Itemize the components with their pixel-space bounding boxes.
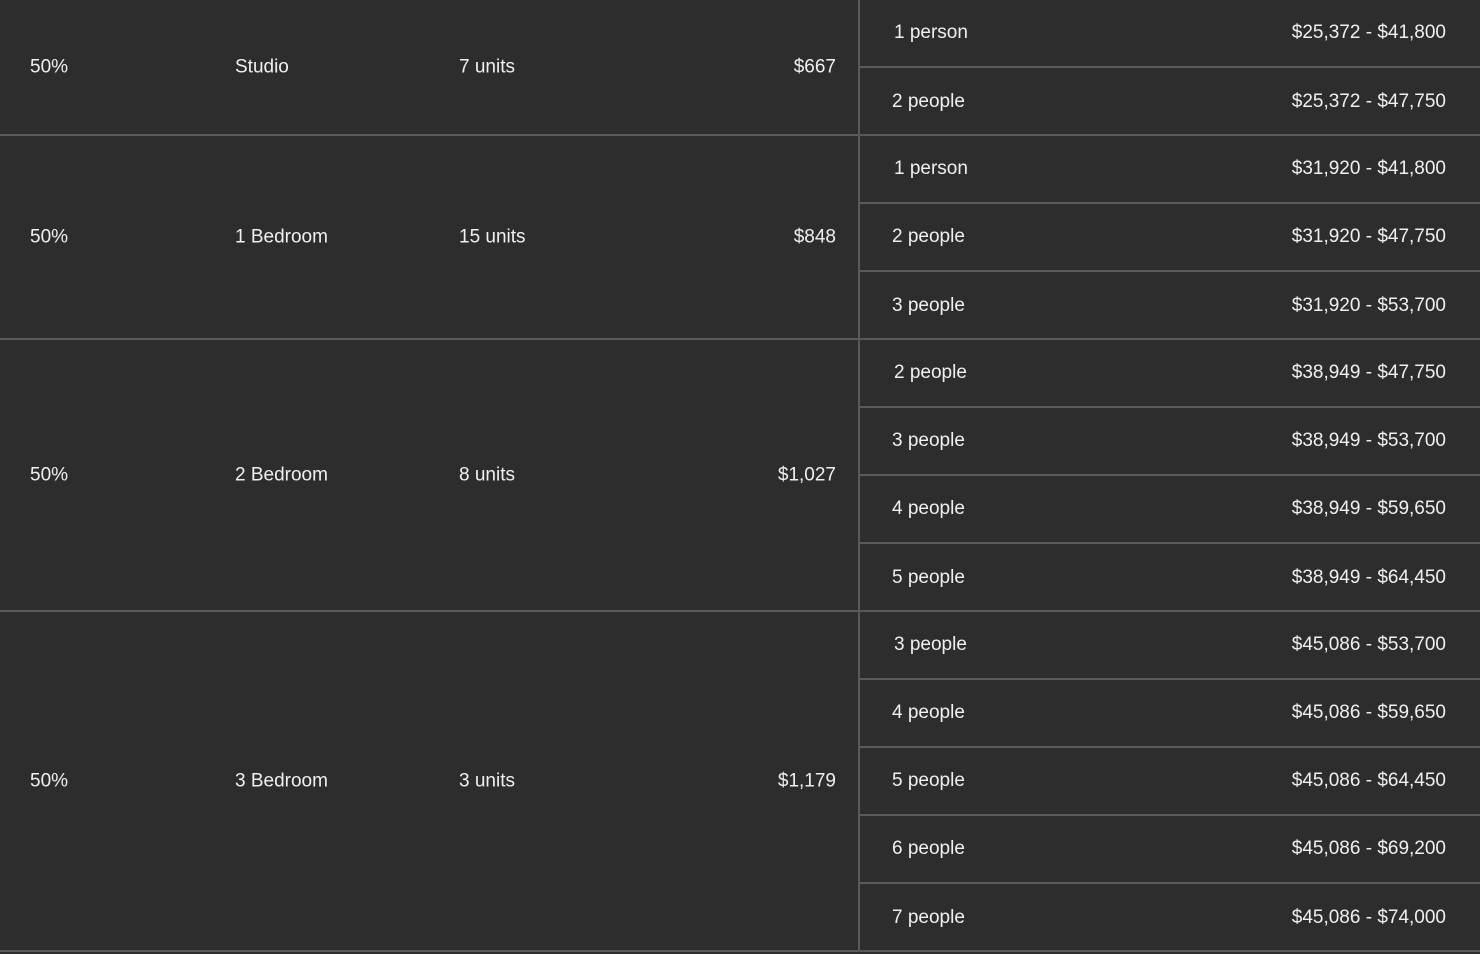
income-range: $38,949 - $47,750 [1291, 362, 1446, 383]
monthly-rent: $848 [793, 226, 836, 248]
household-size: 5 people [892, 770, 965, 791]
income-range: $31,920 - $41,800 [1291, 158, 1446, 179]
unit-type: 3 Bedroom [235, 770, 328, 792]
household-size: 4 people [892, 498, 965, 519]
unit-type: 1 Bedroom [235, 226, 328, 248]
income-eligibility-table: 50% Studio 7 units $667 1 person $25,372 - $4… [0, 0, 1480, 952]
household-income-row: 6 people $45,086 - $69,200 [860, 816, 1480, 884]
household-income-row: 2 people $38,949 - $47,750 [860, 340, 1480, 408]
household-income-list: 1 person $31,920 - $41,800 2 people $31,920… [858, 136, 1480, 338]
household-income-list: 1 person $25,372 - $41,800 2 people $25,372… [858, 0, 1480, 134]
monthly-rent: $1,179 [777, 770, 836, 792]
ami-level: 50% [30, 464, 69, 486]
household-income-list: 2 people $38,949 - $47,750 3 people $38,949… [858, 340, 1480, 610]
household-income-row: 1 person $31,920 - $41,800 [860, 136, 1480, 204]
household-income-row: 1 person $25,372 - $41,800 [860, 0, 1480, 68]
income-range: $45,086 - $53,700 [1291, 634, 1446, 655]
household-size: 4 people [892, 702, 965, 723]
household-size: 6 people [892, 838, 965, 859]
household-income-row: 5 people $45,086 - $64,450 [860, 748, 1480, 816]
income-range: $31,920 - $53,700 [1291, 295, 1446, 316]
table-row: 50% 1 Bedroom 15 units $848 1 person $31,920 … [0, 136, 1480, 340]
household-income-row: 4 people $38,949 - $59,650 [860, 476, 1480, 544]
income-range: $45,086 - $59,650 [1291, 702, 1446, 723]
household-income-row: 3 people $45,086 - $53,700 [860, 612, 1480, 680]
income-range: $25,372 - $41,800 [1291, 22, 1446, 43]
table-row: 50% 2 Bedroom 8 units $1,027 2 people $38,949… [0, 340, 1480, 612]
ami-level: 50% [30, 56, 69, 78]
household-size: 2 people [894, 362, 967, 383]
unit-count: 7 units [459, 56, 515, 78]
income-range: $45,086 - $64,450 [1291, 770, 1446, 791]
income-range: $25,372 - $47,750 [1291, 91, 1446, 112]
household-income-row: 5 people $38,949 - $64,450 [860, 544, 1480, 612]
income-range: $31,920 - $47,750 [1291, 226, 1446, 247]
household-size: 1 person [894, 22, 968, 43]
household-size: 3 people [894, 634, 967, 655]
household-size: 1 person [894, 158, 968, 179]
table-row: 50% 3 Bedroom 3 units $1,179 3 people $45,086… [0, 612, 1480, 952]
income-range: $38,949 - $64,450 [1291, 567, 1446, 588]
income-range: $45,086 - $69,200 [1291, 838, 1446, 859]
income-range: $38,949 - $53,700 [1291, 430, 1446, 451]
unit-type: 2 Bedroom [235, 464, 328, 486]
monthly-rent: $1,027 [777, 464, 836, 486]
household-income-row: 3 people $31,920 - $53,700 [860, 272, 1480, 340]
household-size: 7 people [892, 907, 965, 928]
unit-count: 8 units [459, 464, 515, 486]
ami-level: 50% [30, 226, 69, 248]
household-size: 2 people [892, 91, 965, 112]
household-income-list: 3 people $45,086 - $53,700 4 people $45,086… [858, 612, 1480, 950]
unit-type: Studio [235, 56, 289, 78]
household-size: 3 people [892, 430, 965, 451]
household-income-row: 2 people $25,372 - $47,750 [860, 68, 1480, 136]
unit-count: 15 units [459, 226, 526, 248]
household-income-row: 2 people $31,920 - $47,750 [860, 204, 1480, 272]
household-size: 5 people [892, 567, 965, 588]
household-income-row: 7 people $45,086 - $74,000 [860, 884, 1480, 952]
household-size: 3 people [892, 295, 965, 316]
household-size: 2 people [892, 226, 965, 247]
household-income-row: 4 people $45,086 - $59,650 [860, 680, 1480, 748]
ami-level: 50% [30, 770, 69, 792]
income-range: $38,949 - $59,650 [1291, 498, 1446, 519]
monthly-rent: $667 [793, 56, 836, 78]
table-row: 50% Studio 7 units $667 1 person $25,372 - $4… [0, 0, 1480, 136]
household-income-row: 3 people $38,949 - $53,700 [860, 408, 1480, 476]
income-range: $45,086 - $74,000 [1291, 907, 1446, 928]
unit-count: 3 units [459, 770, 515, 792]
